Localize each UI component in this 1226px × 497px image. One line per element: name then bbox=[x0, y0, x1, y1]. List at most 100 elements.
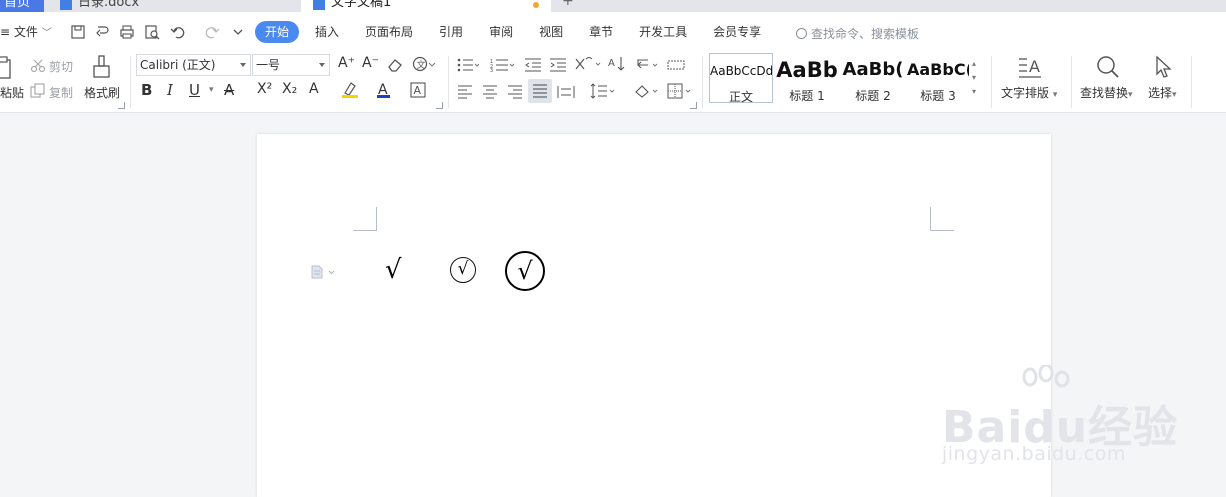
clear-format-icon[interactable] bbox=[387, 57, 405, 76]
font-color-icon[interactable]: A bbox=[376, 81, 392, 103]
paste-label[interactable]: 粘贴 bbox=[0, 84, 24, 101]
align-right-icon[interactable] bbox=[507, 84, 523, 103]
tab-review[interactable]: 审阅 bbox=[479, 21, 523, 43]
borders-icon[interactable] bbox=[667, 83, 693, 103]
style-normal[interactable]: AaBbCcDd 正文 bbox=[709, 53, 773, 103]
tab-developer[interactable]: 开发工具 bbox=[629, 21, 697, 43]
watermark-url: jingyan.baidu.com bbox=[942, 443, 1126, 465]
tab-page-layout[interactable]: 页面布局 bbox=[355, 21, 423, 43]
find-replace-button[interactable]: 查找替换▾ bbox=[1080, 84, 1133, 101]
chevron-down-icon bbox=[319, 63, 325, 67]
select-button[interactable]: 选择▾ bbox=[1148, 84, 1177, 101]
copy-label[interactable]: 复制 bbox=[49, 84, 73, 101]
style-heading-1[interactable]: AaBb 标题 1 bbox=[775, 53, 839, 103]
tab-insert[interactable]: 插入 bbox=[305, 21, 349, 43]
print-preview-icon[interactable] bbox=[144, 24, 160, 40]
justify-icon[interactable] bbox=[528, 79, 552, 103]
decrease-indent-icon[interactable] bbox=[524, 57, 542, 76]
tab-document-2[interactable]: 文字文稿1 bbox=[301, 0, 551, 12]
font-name-select[interactable]: Calibri (正文) bbox=[136, 54, 251, 76]
subscript-icon[interactable]: X₂ bbox=[282, 81, 297, 97]
text-layout-icon[interactable]: A bbox=[1017, 55, 1043, 83]
superscript-icon[interactable]: X² bbox=[257, 81, 272, 97]
scissors-icon[interactable] bbox=[30, 58, 46, 77]
style-normal-name: 正文 bbox=[728, 90, 753, 103]
bold-icon[interactable]: B bbox=[141, 81, 152, 99]
increase-indent-icon[interactable] bbox=[549, 57, 567, 76]
ribbon-tabs: 开始 插入 页面布局 引用 审阅 视图 章节 开发工具 会员专享 bbox=[255, 21, 777, 43]
divider bbox=[130, 56, 131, 108]
shading-icon[interactable] bbox=[633, 83, 659, 103]
font-size-value: 一号 bbox=[256, 58, 281, 72]
format-painter-icon[interactable] bbox=[92, 55, 112, 83]
unsaved-indicator bbox=[533, 2, 539, 8]
numbered-list-icon[interactable]: 123 bbox=[490, 57, 516, 76]
align-left-icon[interactable] bbox=[457, 84, 473, 103]
table-tools-icon[interactable] bbox=[667, 57, 685, 76]
undo-icon[interactable] bbox=[170, 24, 186, 40]
text-layout-button[interactable]: 文字排版 ▾ bbox=[1001, 84, 1057, 101]
redo-icon[interactable] bbox=[204, 24, 220, 40]
show-marks-icon[interactable] bbox=[634, 57, 660, 76]
styles-scroll-icon[interactable]: ▴ ▾ ▾ bbox=[972, 57, 976, 99]
tab-section[interactable]: 章节 bbox=[579, 21, 623, 43]
italic-icon[interactable]: I bbox=[167, 81, 173, 99]
align-center-icon[interactable] bbox=[482, 84, 498, 103]
shrink-font-icon[interactable]: A⁻ bbox=[362, 55, 379, 71]
cut-label[interactable]: 剪切 bbox=[49, 58, 73, 75]
new-tab-button[interactable]: + bbox=[562, 0, 574, 9]
divider bbox=[1071, 56, 1072, 108]
line-spacing-icon[interactable] bbox=[590, 83, 616, 103]
check-mark-circled-small[interactable]: √ bbox=[450, 257, 476, 283]
document-page[interactable] bbox=[257, 134, 1051, 497]
paragraph-options-icon[interactable] bbox=[311, 264, 337, 279]
style-heading-3-sample: AaBbC( bbox=[907, 60, 969, 79]
chevron-down-icon[interactable]: ▾ bbox=[209, 85, 214, 95]
copy-icon[interactable] bbox=[30, 83, 46, 103]
bullet-list-icon[interactable] bbox=[457, 57, 480, 76]
highlight-icon[interactable] bbox=[341, 81, 361, 103]
group-expander-icon[interactable] bbox=[118, 102, 125, 109]
tab-strip: 首页 日录.docx 文字文稿1 + bbox=[0, 0, 1226, 12]
menu-bar: ≡ 文件 ﹀ 开始 插入 页面布局 引用 审阅 视图 章节 开发工具 会员专享 … bbox=[0, 12, 1226, 52]
save-icon[interactable] bbox=[70, 24, 86, 40]
check-mark-plain[interactable]: √ bbox=[385, 255, 402, 285]
tab-view[interactable]: 视图 bbox=[529, 21, 573, 43]
file-menu[interactable]: ≡ 文件 ﹀ bbox=[0, 23, 52, 40]
font-size-select[interactable]: 一号 bbox=[252, 54, 330, 76]
strikethrough-icon[interactable]: A bbox=[224, 81, 234, 99]
command-search[interactable]: 查找命令、搜索模板 bbox=[796, 25, 919, 42]
command-search-placeholder: 查找命令、搜索模板 bbox=[811, 27, 920, 41]
distribute-icon[interactable] bbox=[557, 84, 575, 103]
group-expander-icon[interactable] bbox=[436, 102, 443, 109]
format-painter-label[interactable]: 格式刷 bbox=[84, 84, 120, 101]
paste-icon[interactable] bbox=[0, 56, 14, 84]
phonetic-guide-icon[interactable]: 文 bbox=[412, 56, 436, 76]
style-heading-3[interactable]: AaBbC( 标题 3 bbox=[907, 53, 969, 103]
text-effect-icon[interactable]: A bbox=[309, 81, 319, 97]
cursor-select-icon[interactable] bbox=[1154, 55, 1176, 83]
svg-text:A: A bbox=[1029, 57, 1040, 76]
tab-document-2-label: 文字文稿1 bbox=[331, 0, 392, 10]
ribbon-panel: 粘贴 剪切 复制 格式刷 Calibri (正文) 一号 A⁺ A⁻ 文 B I… bbox=[0, 52, 1226, 113]
underline-icon[interactable]: U bbox=[189, 81, 200, 99]
find-replace-icon[interactable] bbox=[1096, 55, 1120, 83]
tab-references[interactable]: 引用 bbox=[429, 21, 473, 43]
chinese-layout-icon[interactable] bbox=[574, 56, 602, 76]
tab-document-1-label: 日录.docx bbox=[78, 0, 140, 10]
style-heading-2[interactable]: AaBb( 标题 2 bbox=[841, 53, 905, 103]
char-border-icon[interactable]: A bbox=[410, 82, 426, 102]
export-icon[interactable] bbox=[95, 24, 111, 40]
style-heading-2-sample: AaBb( bbox=[842, 59, 904, 80]
tab-member[interactable]: 会员专享 bbox=[703, 21, 771, 43]
customize-toolbar-icon[interactable] bbox=[230, 24, 246, 40]
check-mark-circled-large[interactable]: √ bbox=[505, 251, 545, 291]
chevron-down-icon: ▾ bbox=[1052, 90, 1058, 100]
sort-icon[interactable]: A bbox=[608, 56, 626, 76]
print-icon[interactable] bbox=[119, 24, 135, 40]
tab-start[interactable]: 开始 bbox=[255, 21, 300, 43]
tab-document-1[interactable]: 日录.docx bbox=[48, 0, 298, 12]
tab-home[interactable]: 首页 bbox=[0, 0, 44, 12]
group-expander-icon[interactable] bbox=[690, 102, 697, 109]
grow-font-icon[interactable]: A⁺ bbox=[338, 55, 355, 71]
